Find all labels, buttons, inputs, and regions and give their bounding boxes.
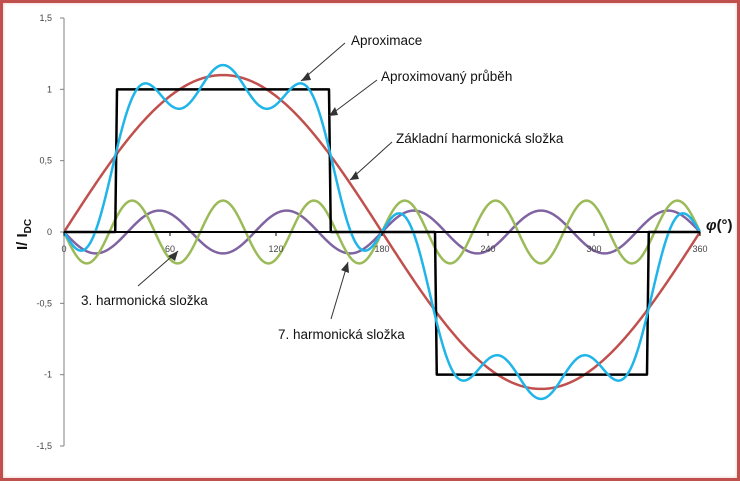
annotation-arrowhead-7-harmonick-slo-ka <box>341 262 349 273</box>
annotation-aproximovan-pr-b-h: Aproximovaný průběh <box>381 69 512 84</box>
annotation-z-kladn-harmonick-slo-ka: Základní harmonická složka <box>396 131 564 146</box>
y-tick-label: -1 <box>44 370 52 380</box>
annotation-arrowhead-z-kladn-harmonick-slo-ka <box>350 171 359 180</box>
y-axis-title: I/ IDC <box>14 219 34 250</box>
chart-svg: 1,5 1 0,5 0 -0,5 -1 -1,5 0 60 120 180 240 300 360 I/ I… <box>14 13 733 451</box>
x-tick-label: 180 <box>374 244 389 254</box>
y-tick-label: 1,5 <box>39 13 52 23</box>
x-tick-label: 360 <box>692 244 707 254</box>
y-tick-label: 0,5 <box>39 156 52 166</box>
x-axis-symbol: φ <box>706 217 717 234</box>
y-axis-title-main: I/ I <box>14 233 31 250</box>
y-axis-title-sub: DC <box>23 219 34 233</box>
annotation-aproximace: Aproximace <box>351 33 422 48</box>
x-axis-title: φ(°) <box>706 217 733 234</box>
annotation-3-harmonick-slo-ka: 3. harmonická složka <box>81 293 208 308</box>
y-tick-label: -0,5 <box>36 298 52 308</box>
x-axis-unit: (°) <box>717 217 733 234</box>
x-tick-label: 300 <box>586 244 601 254</box>
x-tick-label: 240 <box>480 244 495 254</box>
x-tick-label: 120 <box>268 244 283 254</box>
annotations-layer: Aproximace Aproximovaný průběh Základní ha… <box>81 33 564 342</box>
y-tick-label: 1 <box>47 84 52 94</box>
x-tick-label: 0 <box>61 244 66 254</box>
y-tick-label: -1,5 <box>36 441 52 451</box>
annotation-7-harmonick-slo-ka: 7. harmonická složka <box>278 327 405 342</box>
x-tick-label: 60 <box>165 244 175 254</box>
y-tick-label: 0 <box>47 227 52 237</box>
axes-layer: 1,5 1 0,5 0 -0,5 -1 -1,5 0 60 120 180 240 300 360 I/ I… <box>14 13 733 451</box>
chart-frame: 1,5 1 0,5 0 -0,5 -1 -1,5 0 60 120 180 240 300 360 I/ I… <box>0 0 740 481</box>
